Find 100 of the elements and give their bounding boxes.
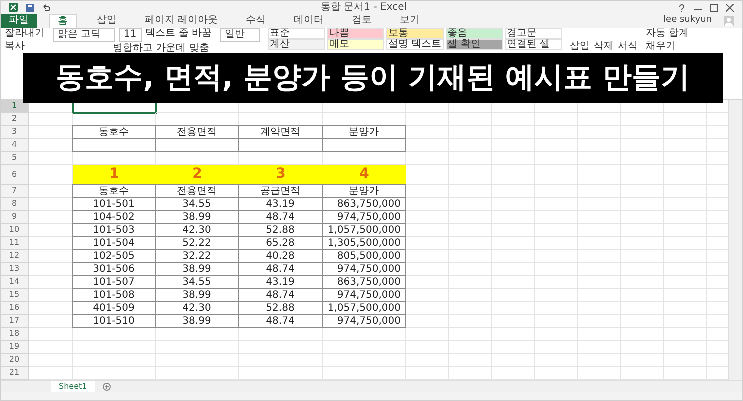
grid-cell xyxy=(535,302,578,316)
row-header[interactable]: 13 xyxy=(1,263,29,276)
merge-center-button[interactable]: 병합하고 가운데 맞춤 xyxy=(113,43,212,55)
grid-cell xyxy=(621,113,664,126)
selected-cell[interactable] xyxy=(73,100,156,114)
number-format-field[interactable]: 일반 xyxy=(220,28,260,42)
grid-cell xyxy=(449,139,492,152)
grid-cell xyxy=(578,165,621,186)
grid-cell xyxy=(406,139,449,152)
grid-cell xyxy=(406,113,449,126)
row-header[interactable]: 10 xyxy=(1,224,29,238)
grid-cell xyxy=(578,198,621,212)
grid-cell xyxy=(535,276,578,290)
ribbon-tab[interactable]: 검토 xyxy=(344,14,380,28)
cell-style[interactable]: 셀 확인 xyxy=(446,39,503,50)
column-number: 1 xyxy=(73,165,156,186)
grid-cell xyxy=(535,341,578,354)
grid-cell xyxy=(492,152,535,166)
row-header[interactable]: 17 xyxy=(1,315,29,328)
add-sheet-icon[interactable] xyxy=(103,382,112,391)
grid-cell xyxy=(535,165,578,186)
editing-button[interactable]: 채우기 xyxy=(646,41,690,53)
table-cell: 101-510 xyxy=(72,314,156,328)
help-icon[interactable] xyxy=(678,4,686,12)
grid-cell xyxy=(492,328,535,342)
grid-cell xyxy=(621,263,664,276)
cell-style[interactable]: 경고문 xyxy=(504,28,562,39)
cell-style[interactable]: 나쁨 xyxy=(327,28,384,39)
grid-cell xyxy=(621,224,664,238)
grid-cell xyxy=(492,139,535,152)
row-header[interactable]: 4 xyxy=(1,139,29,152)
row-header[interactable]: 19 xyxy=(1,341,29,354)
grid-cell xyxy=(406,152,449,166)
cell-style[interactable]: 연결된 셀 xyxy=(504,39,562,50)
row-header[interactable]: 18 xyxy=(1,328,29,342)
grid-cell xyxy=(449,224,492,238)
cells-button[interactable]: 삽입 xyxy=(570,41,590,53)
cell-style[interactable]: 설명 텍스트 xyxy=(386,39,444,50)
close-icon[interactable] xyxy=(726,4,734,12)
row-header[interactable]: 7 xyxy=(1,185,29,198)
grid-cell xyxy=(449,211,492,224)
grid-cell xyxy=(406,237,449,250)
save-icon[interactable] xyxy=(26,4,34,12)
wrap-text-button[interactable]: 텍스트 줄 바꿈 xyxy=(146,28,212,42)
grid-cell xyxy=(449,302,492,316)
cells-button[interactable]: 삭제 xyxy=(594,41,614,53)
row-header[interactable]: 8 xyxy=(1,198,29,212)
row-header[interactable]: 20 xyxy=(1,354,29,368)
column-header-cell: 계약면적 xyxy=(238,125,323,140)
row-header[interactable]: 12 xyxy=(1,250,29,264)
grid-cell xyxy=(535,139,578,152)
grid-cell xyxy=(492,250,535,264)
editing-button[interactable]: 자동 합계 xyxy=(646,28,690,40)
font-field[interactable]: 맑은 고딕 xyxy=(53,28,115,42)
file-button[interactable]: 파일 xyxy=(1,14,37,28)
cells-button[interactable]: 서식 xyxy=(618,41,638,53)
copy-button[interactable]: 복사 xyxy=(5,41,45,53)
cell-style[interactable]: 표준 xyxy=(268,28,326,39)
grid-cell xyxy=(29,328,73,342)
grid-cell xyxy=(621,152,664,166)
row-header[interactable]: 3 xyxy=(1,126,29,140)
ribbon-tab[interactable]: 보기 xyxy=(392,14,428,28)
row-header[interactable]: 2 xyxy=(1,113,29,126)
grid-cell xyxy=(621,328,664,342)
grid-cell xyxy=(492,341,535,354)
grid-cell xyxy=(29,113,73,126)
grid-cell xyxy=(492,113,535,126)
vertical-scrollbar[interactable] xyxy=(728,100,742,380)
ribbon-tab[interactable]: 페이지 레이아웃 xyxy=(137,14,226,28)
grid-cell xyxy=(449,263,492,276)
cell-style[interactable]: 보통 xyxy=(386,28,444,39)
user-name[interactable]: lee sukyun xyxy=(664,14,712,28)
undo-icon[interactable] xyxy=(42,4,50,12)
grid-cell xyxy=(406,315,449,328)
row-header[interactable]: 11 xyxy=(1,237,29,250)
grid-cell xyxy=(578,276,621,290)
ribbon-tab[interactable]: 데이터 xyxy=(286,14,332,28)
sheet-tab[interactable]: Sheet1 xyxy=(51,380,96,393)
cell-style[interactable]: 계산 xyxy=(268,39,326,50)
ribbon-tab[interactable]: 홈 xyxy=(49,14,77,28)
cut-button[interactable]: 잘라내기 xyxy=(5,28,45,40)
grid-cell xyxy=(449,276,492,290)
row-header[interactable]: 5 xyxy=(1,152,29,166)
grid-cell xyxy=(406,198,449,212)
row-header[interactable]: 15 xyxy=(1,289,29,302)
ribbon-tab[interactable]: 수식 xyxy=(238,14,274,28)
maximize-icon[interactable] xyxy=(710,4,718,12)
grid-cell xyxy=(578,263,621,276)
row-header[interactable]: 1 xyxy=(1,100,29,114)
ribbon-tab[interactable]: 삽입 xyxy=(89,14,125,28)
row-header[interactable]: 9 xyxy=(1,211,29,224)
row-header[interactable]: 14 xyxy=(1,276,29,290)
cell-style[interactable]: 메모 xyxy=(327,39,384,50)
row-header[interactable]: 16 xyxy=(1,302,29,316)
cell-style[interactable]: 좋음 xyxy=(446,28,503,39)
row-header[interactable]: 21 xyxy=(1,367,29,380)
grid-cell xyxy=(578,315,621,328)
font-size-field[interactable]: 11 xyxy=(119,28,142,42)
row-header[interactable]: 6 xyxy=(1,165,29,186)
column-number: 2 xyxy=(156,165,239,186)
